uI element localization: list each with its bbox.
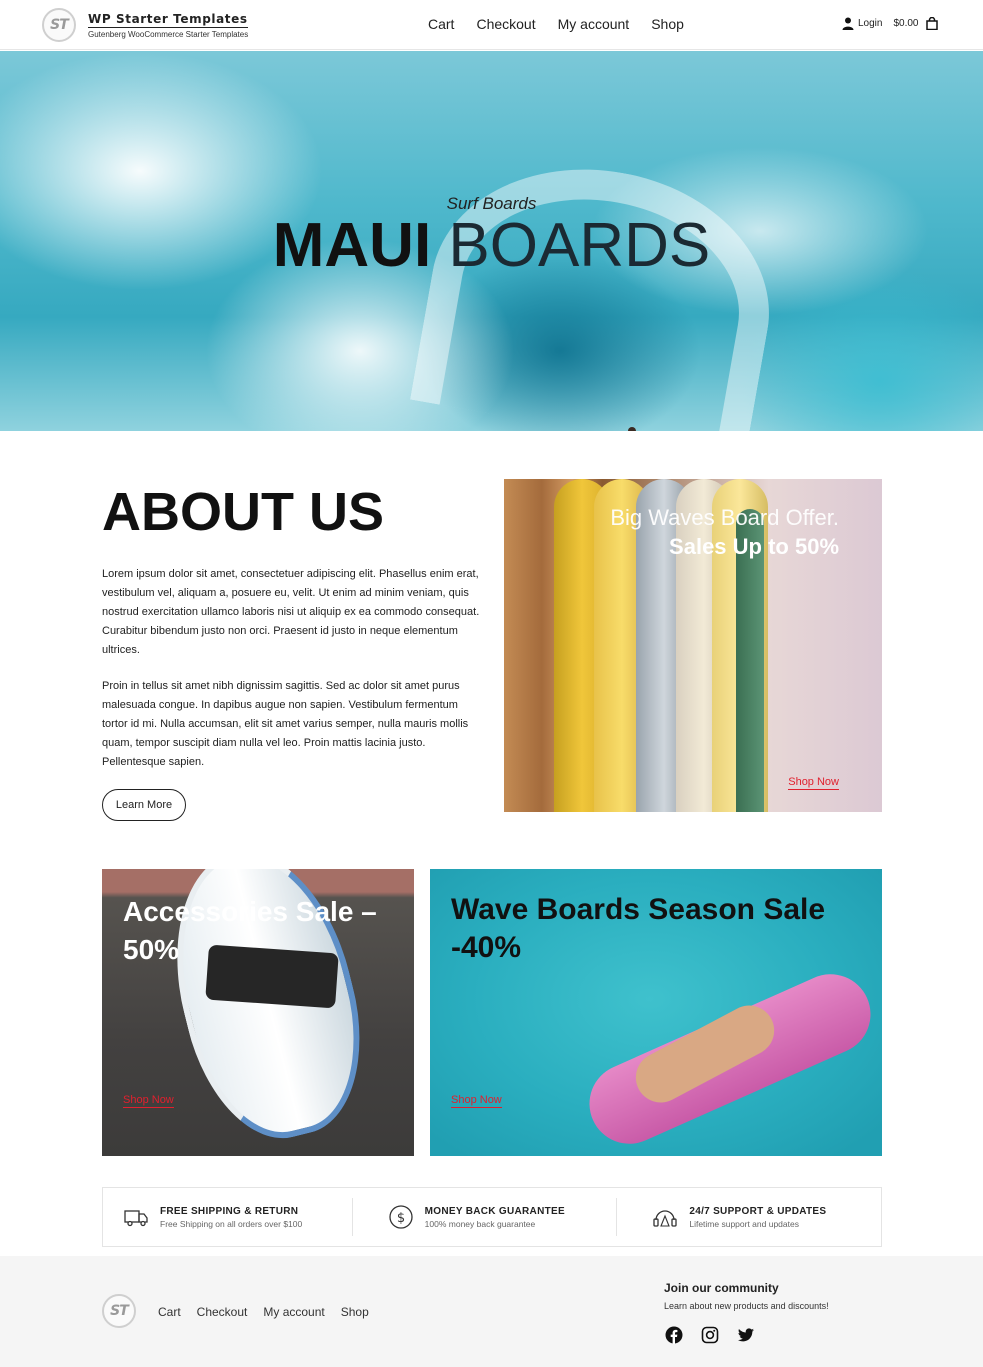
truck-icon [124, 1210, 148, 1227]
site-title[interactable]: WP Starter Templates [88, 12, 249, 28]
feature-subtitle: Lifetime support and updates [689, 1218, 799, 1229]
shop-now-link[interactable]: Shop Now [788, 776, 839, 790]
footer-nav-checkout[interactable]: Checkout [197, 1305, 248, 1319]
hero-title-bold: MAUI [272, 211, 432, 280]
promo-big-waves-title: Big Waves Board Offer. Sales Up to 50% [610, 503, 839, 561]
feature-title: 24/7 SUPPORT & UPDATES [689, 1205, 827, 1217]
svg-text:$: $ [397, 1211, 405, 1226]
community-subtitle: Learn about new products and discounts! [664, 1301, 829, 1311]
twitter-icon[interactable] [737, 1326, 755, 1344]
logo-mark: ST [42, 8, 76, 42]
dollar-coin-icon: $ [389, 1205, 413, 1229]
footer-nav-cart[interactable]: Cart [158, 1305, 181, 1319]
footer-logo[interactable]: ST [102, 1294, 136, 1328]
features-bar: FREE SHIPPING & RETURN Free Shipping on … [102, 1187, 882, 1247]
main-nav: Cart Checkout My account Shop [428, 16, 684, 32]
wave-graphic [410, 143, 790, 431]
feature-support-text: 24/7 SUPPORT & UPDATES Lifetime support … [689, 1206, 826, 1229]
community-title: Join our community [664, 1281, 779, 1295]
site-footer: ST Cart Checkout My account Shop Join ou… [0, 1256, 983, 1367]
user-icon[interactable] [842, 17, 854, 30]
cart-total[interactable]: $0.00 [893, 18, 918, 29]
feature-money-back-text: MONEY BACK GUARANTEE 100% money back gua… [425, 1206, 565, 1229]
nav-shop[interactable]: Shop [651, 16, 684, 32]
shop-now-link[interactable]: Shop Now [451, 1094, 502, 1108]
community-block: Join our community Learn about new produ… [664, 1281, 829, 1311]
hero-title-light: BOARDS [448, 211, 711, 280]
hero-banner: Surf Boards MAUI BOARDS [0, 51, 983, 431]
hero-title: MAUI BOARDS [0, 215, 983, 277]
header-actions: Login $0.00 [842, 17, 938, 30]
feature-shipping: FREE SHIPPING & RETURN Free Shipping on … [103, 1188, 352, 1246]
about-paragraph-2: Proin in tellus sit amet nibh dignissim … [102, 680, 469, 768]
nav-cart[interactable]: Cart [428, 16, 454, 32]
feature-support: 24/7 SUPPORT & UPDATES Lifetime support … [616, 1188, 881, 1246]
footer-nav-shop[interactable]: Shop [341, 1305, 369, 1319]
social-links [665, 1326, 755, 1344]
login-link[interactable]: Login [858, 18, 882, 29]
feature-subtitle: Free Shipping on all orders over $100 [160, 1218, 303, 1229]
feature-money-back: $ MONEY BACK GUARANTEE 100% money back g… [351, 1188, 617, 1246]
promo-accessories[interactable]: Accessories Sale – 50% Shop Now [102, 869, 414, 1156]
site-tagline: Gutenberg WooCommerce Starter Templates [88, 29, 249, 39]
feature-subtitle: 100% money back guarantee [424, 1218, 536, 1229]
nav-checkout[interactable]: Checkout [476, 16, 535, 32]
nav-my-account[interactable]: My account [558, 16, 630, 32]
about-title-light: US [309, 482, 385, 542]
site-logo[interactable]: ST WP Starter Templates Gutenberg WooCom… [42, 8, 249, 42]
shop-now-link[interactable]: Shop Now [123, 1094, 174, 1108]
site-header: ST WP Starter Templates Gutenberg WooCom… [0, 0, 983, 50]
facebook-icon[interactable] [665, 1326, 683, 1344]
footer-nav: Cart Checkout My account Shop [158, 1305, 369, 1319]
about-paragraph-1: Lorem ipsum dolor sit amet, consectetuer… [102, 568, 480, 656]
promo-big-waves-line1: Big Waves Board Offer. [610, 505, 839, 530]
footer-nav-my-account[interactable]: My account [263, 1305, 324, 1319]
promo-big-waves[interactable]: Big Waves Board Offer. Sales Up to 50% S… [504, 479, 882, 812]
support-icon [653, 1210, 677, 1227]
about-title-bold: ABOUT [102, 482, 294, 542]
feature-title: MONEY BACK GUARANTEE [424, 1205, 565, 1217]
logo-mark-text: ST [50, 17, 69, 33]
feature-title: FREE SHIPPING & RETURN [160, 1205, 299, 1217]
promo-big-waves-line2: Sales Up to 50% [669, 534, 839, 559]
footer-logo-text: ST [110, 1303, 129, 1319]
promo-wave-boards-title: Wave Boards Season Sale -40% [451, 893, 826, 964]
about-title: ABOUT US [102, 485, 384, 539]
instagram-icon[interactable] [701, 1326, 719, 1344]
feature-shipping-text: FREE SHIPPING & RETURN Free Shipping on … [160, 1206, 302, 1229]
promo-wave-boards[interactable]: Wave Boards Season Sale -40% Shop Now [430, 869, 882, 1156]
shopping-bag-icon[interactable] [925, 17, 938, 30]
surfer-graphic [628, 427, 636, 431]
promo-accessories-title: Accessories Sale – 50% [123, 896, 377, 965]
logo-text: WP Starter Templates Gutenberg WooCommer… [88, 12, 249, 39]
learn-more-button[interactable]: Learn More [102, 789, 186, 821]
